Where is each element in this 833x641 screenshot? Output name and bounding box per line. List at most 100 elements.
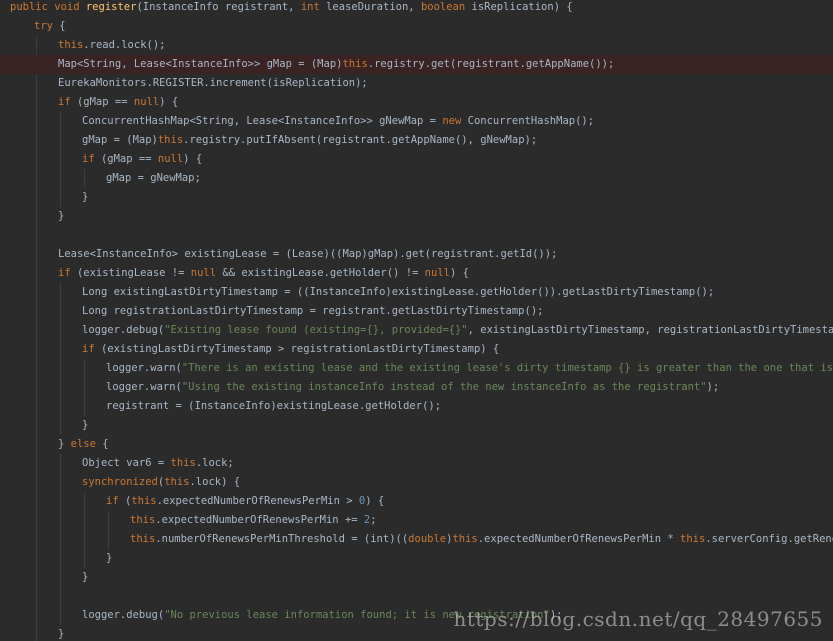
code-token: this [157,134,184,146]
code-token: isReplication) { [471,1,573,13]
code-token: EurekaMonitors.REGISTER.increment(isRepl… [58,77,368,89]
code-line[interactable]: this.expectedNumberOfRenewsPerMin += 2; [0,511,833,530]
code-line[interactable]: } [0,207,833,226]
code-editor[interactable]: public void register(InstanceInfo regist… [0,0,833,641]
code-token: synchronized [82,476,158,488]
code-token: this [131,495,157,507]
code-line[interactable]: } [0,188,833,207]
code-token: boolean [420,1,472,13]
code-line[interactable]: Long existingLastDirtyTimestamp = ((Inst… [0,283,833,302]
code-token: logger.warn( [106,362,182,374]
code-token: } [58,210,65,222]
code-line[interactable]: if (existingLastDirtyTimestamp > registr… [0,340,833,359]
code-line[interactable]: try { [0,17,833,36]
code-line[interactable]: if (gMap == null) { [0,150,833,169]
code-token: this [452,533,478,545]
code-token: logger.debug( [82,609,165,621]
code-token: ) { [365,495,385,507]
code-line[interactable]: } [0,568,833,587]
code-line[interactable]: if (this.expectedNumberOfRenewsPerMin > … [0,492,833,511]
code-line[interactable]: logger.debug("Existing lease found (exis… [0,321,833,340]
code-line[interactable]: Map<String, Lease<InstanceInfo>> gMap = … [0,55,833,74]
code-token: try [34,20,60,32]
code-token: (existingLastDirtyTimestamp > registrati… [100,343,500,355]
code-line[interactable]: if (existingLease != null && existingLea… [0,264,833,283]
code-token: Long registrationLastDirtyTimestamp = re… [82,305,544,317]
code-token: "Using the existing instanceInfo instead… [181,381,707,393]
code-token: if [82,153,101,165]
code-token: this [170,457,196,469]
code-token: ) { [449,267,469,279]
code-token: .registry.putIfAbsent(registrant.getAppN… [183,134,538,146]
code-token: null [157,153,184,165]
code-token: gMap = (Map) [82,134,158,146]
watermark: https://blog.csdn.net/qq_28497655 [453,607,823,631]
code-line[interactable]: EurekaMonitors.REGISTER.increment(isRepl… [0,74,833,93]
code-token: null [190,267,223,279]
code-token: (gMap == [76,96,134,108]
code-token: } [82,571,89,583]
code-token: gMap = gNewMap; [106,172,201,184]
code-token: ConcurrentHashMap<String, Lease<Instance… [82,115,443,127]
code-token: } [82,419,89,431]
code-token: if [58,267,77,279]
code-line[interactable]: Lease<InstanceInfo> existingLease = (Lea… [0,245,833,264]
code-line[interactable]: gMap = gNewMap; [0,169,833,188]
code-token: ) { [159,96,179,108]
code-token: && existingLease.getHolder() != [222,267,425,279]
code-token: } [58,628,65,640]
code-line[interactable]: this.numberOfRenewsPerMinThreshold = (in… [0,530,833,549]
code-line[interactable]: logger.warn("Using the existing instance… [0,378,833,397]
code-line[interactable]: } else { [0,435,833,454]
code-token: } [58,438,71,450]
code-line[interactable] [0,226,833,245]
code-token: register [85,1,137,13]
code-token: public void [10,1,86,13]
code-token: this [680,533,706,545]
code-token: this [130,514,156,526]
code-token: if [58,96,77,108]
code-token: double [408,533,447,545]
code-token: (gMap == [100,153,158,165]
code-line[interactable]: Long registrationLastDirtyTimestamp = re… [0,302,833,321]
code-token: ConcurrentHashMap(); [467,115,595,127]
code-line[interactable]: gMap = (Map)this.registry.putIfAbsent(re… [0,131,833,150]
code-token: .expectedNumberOfRenewsPerMin += [155,514,364,526]
code-token: .numberOfRenewsPerMinThreshold = (int)(( [155,533,409,545]
code-token: Long existingLastDirtyTimestamp = ((Inst… [82,286,715,298]
code-line[interactable]: public void register(InstanceInfo regist… [0,0,833,17]
code-token: Map<String, Lease<InstanceInfo>> gMap = … [58,58,343,70]
code-line[interactable]: } [0,549,833,568]
code-token: ) { [183,153,203,165]
code-token: this [130,533,156,545]
code-line[interactable]: } [0,416,833,435]
code-line[interactable] [0,587,833,606]
code-token: leaseDuration, [326,1,421,13]
code-line[interactable]: Object var6 = this.lock; [0,454,833,473]
code-token: if [106,495,125,507]
code-token: if [82,343,101,355]
code-token: .expectedNumberOfRenewsPerMin > [156,495,359,507]
code-line[interactable]: synchronized(this.lock) { [0,473,833,492]
code-token: "Existing lease found (existing={}, prov… [164,324,468,336]
code-token: (existingLease != [76,267,191,279]
code-token: this [164,476,190,488]
code-token: .serverConfig.getRenewalPe [705,533,833,545]
code-token: .expectedNumberOfRenewsPerMin * [477,533,681,545]
code-token: } [106,552,113,564]
code-line[interactable]: if (gMap == null) { [0,93,833,112]
code-token: } [82,191,89,203]
code-token: ); [706,381,720,393]
code-token: .lock; [195,457,234,469]
code-token: registrant = (InstanceInfo)existingLease… [106,400,442,412]
code-token: this [342,58,368,70]
code-token: new [442,115,468,127]
code-line[interactable]: this.read.lock(); [0,36,833,55]
code-line[interactable]: logger.warn("There is an existing lease … [0,359,833,378]
code-token: .lock) { [189,476,241,488]
code-line[interactable]: ConcurrentHashMap<String, Lease<Instance… [0,112,833,131]
code-token: logger.warn( [106,381,182,393]
code-token: , existingLastDirtyTimestamp, registrati… [467,324,833,336]
code-line[interactable]: registrant = (InstanceInfo)existingLease… [0,397,833,416]
code-token: { [102,438,109,450]
